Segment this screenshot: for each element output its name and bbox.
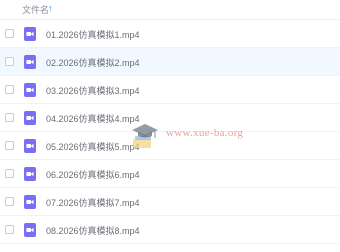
file-row[interactable]: 02.2026仿真模拟2.mp4 — [0, 48, 340, 76]
file-name[interactable]: 06.2026仿真模拟6.mp4 — [46, 168, 140, 181]
row-checkbox[interactable] — [5, 113, 14, 122]
file-name[interactable]: 03.2026仿真模拟3.mp4 — [46, 84, 140, 97]
watermark-text: www.xue-ba.org — [166, 127, 244, 139]
row-checkbox[interactable] — [5, 29, 14, 38]
video-file-icon — [24, 83, 36, 97]
file-name[interactable]: 08.2026仿真模拟8.mp4 — [46, 224, 140, 237]
video-file-icon — [24, 111, 36, 125]
row-checkbox[interactable] — [5, 225, 14, 234]
watermark: www.xue-ba.org — [130, 119, 250, 151]
file-list: 文件名 ↑ 01.2026仿真模拟1.mp4 02.2026仿真模拟2.mp4 … — [0, 0, 340, 252]
file-name[interactable]: 07.2026仿真模拟7.mp4 — [46, 196, 140, 209]
file-row[interactable]: 07.2026仿真模拟7.mp4 — [0, 188, 340, 216]
file-name[interactable]: 02.2026仿真模拟2.mp4 — [46, 56, 140, 69]
file-row[interactable]: 01.2026仿真模拟1.mp4 — [0, 20, 340, 48]
file-row[interactable]: 03.2026仿真模拟3.mp4 — [0, 76, 340, 104]
file-row[interactable]: 06.2026仿真模拟6.mp4 — [0, 160, 340, 188]
row-checkbox[interactable] — [5, 169, 14, 178]
row-checkbox[interactable] — [5, 57, 14, 66]
row-checkbox[interactable] — [5, 85, 14, 94]
arrow-up-icon[interactable]: ↑ — [48, 3, 53, 13]
video-file-icon — [24, 27, 36, 41]
video-file-icon — [24, 167, 36, 181]
row-checkbox[interactable] — [5, 197, 14, 206]
file-name[interactable]: 05.2026仿真模拟5.mp4 — [46, 140, 140, 153]
graduation-cap-logo — [132, 124, 158, 148]
list-header: 文件名 ↑ — [0, 0, 340, 20]
video-file-icon — [24, 223, 36, 237]
video-file-icon — [24, 139, 36, 153]
video-file-icon — [24, 195, 36, 209]
video-file-icon — [24, 55, 36, 69]
row-checkbox[interactable] — [5, 141, 14, 150]
file-name[interactable]: 01.2026仿真模拟1.mp4 — [46, 28, 140, 41]
file-row[interactable]: 08.2026仿真模拟8.mp4 — [0, 216, 340, 244]
column-header-filename[interactable]: 文件名 — [22, 3, 49, 16]
file-name[interactable]: 04.2026仿真模拟4.mp4 — [46, 112, 140, 125]
